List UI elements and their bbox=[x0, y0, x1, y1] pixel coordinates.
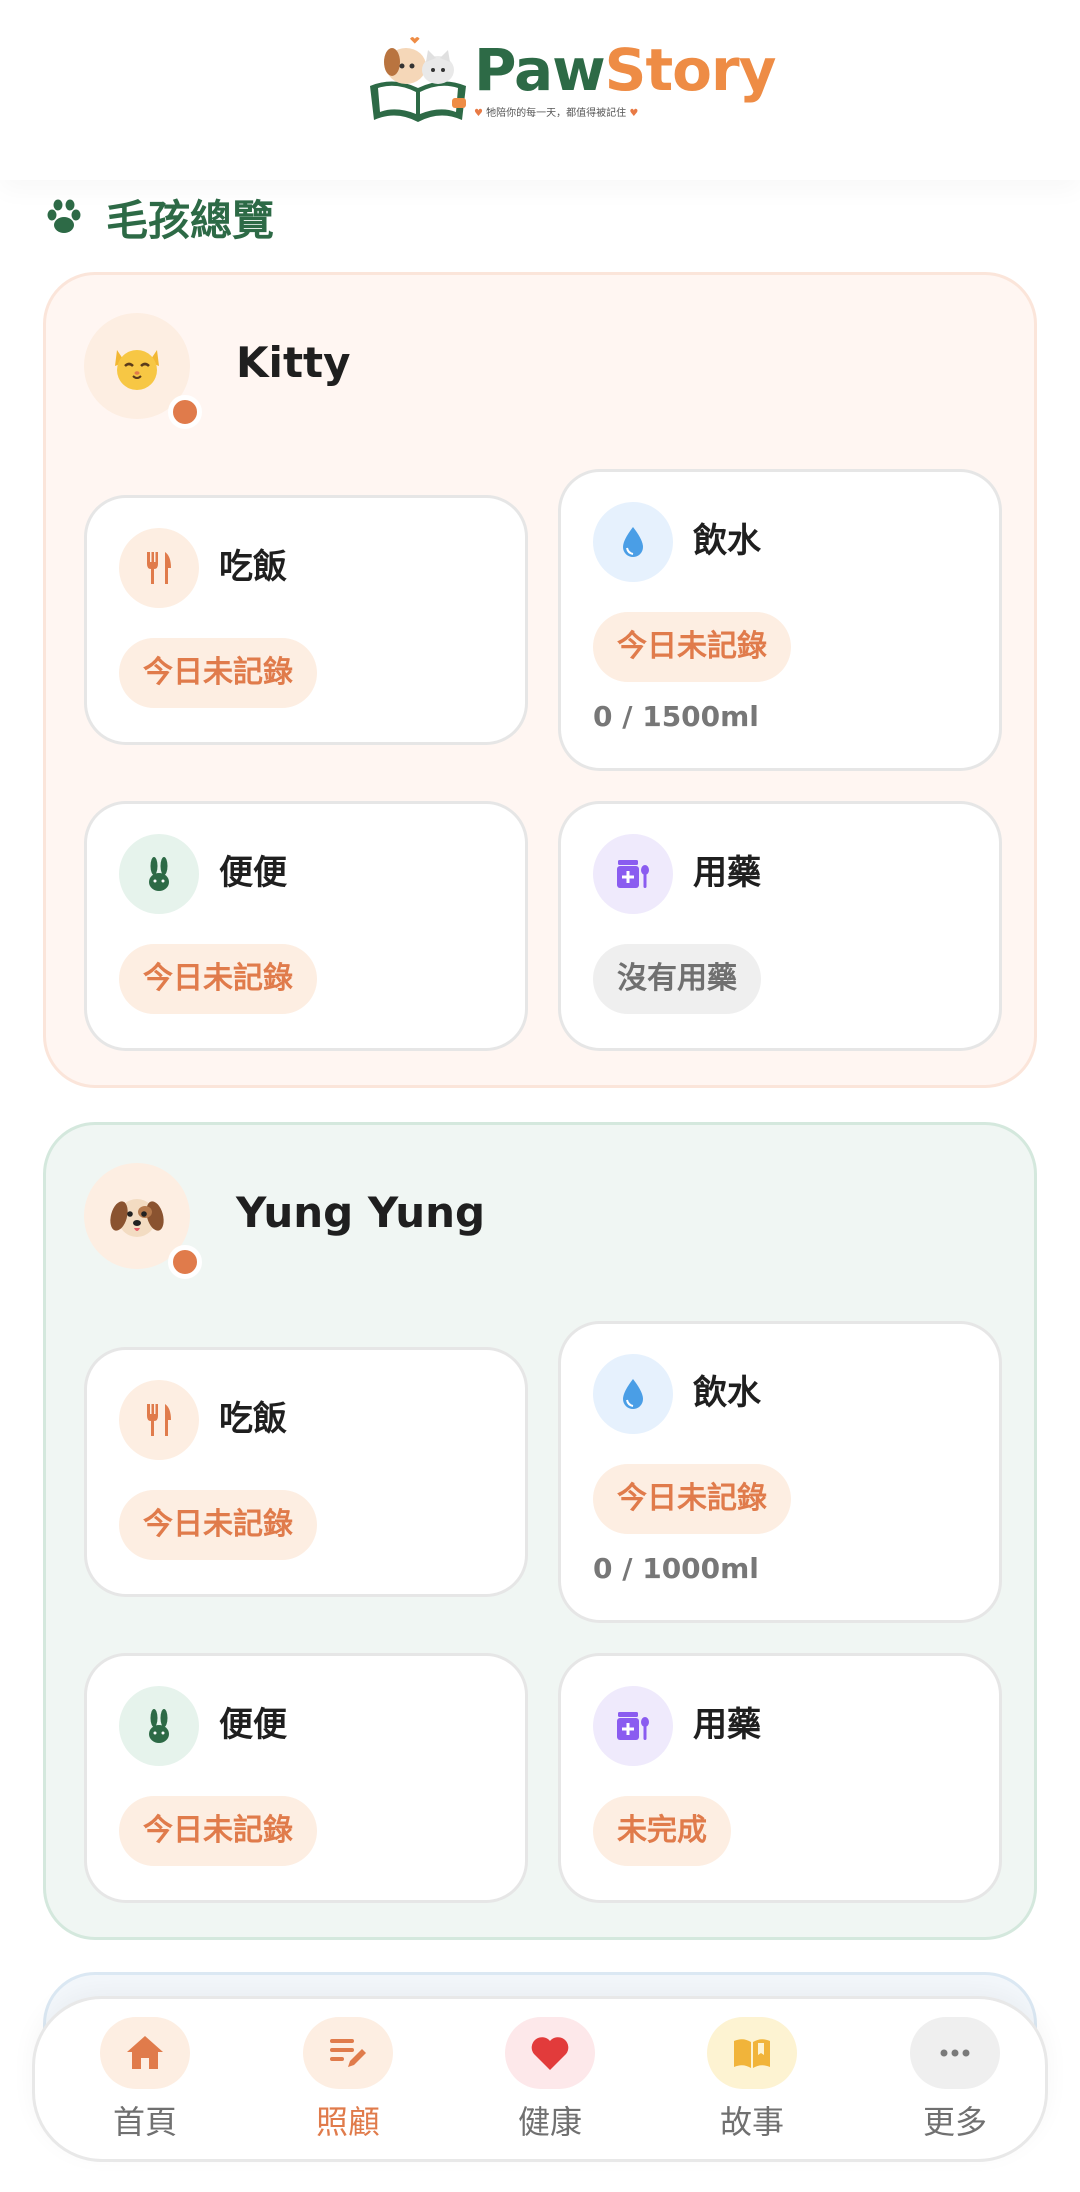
tile-food[interactable]: 吃飯 今日未記錄 bbox=[84, 1347, 528, 1597]
fork-knife-icon bbox=[147, 552, 171, 584]
tile-label: 飲水 bbox=[693, 1373, 761, 1413]
tile-icon-wrap bbox=[119, 1380, 199, 1460]
book-icon bbox=[734, 2039, 770, 2068]
paw-icon bbox=[47, 199, 81, 233]
pet-card-kitty[interactable]: Kitty 吃飯 今日未記錄 飲水 今日未記錄 0 / 1500ml 便便 今日… bbox=[43, 272, 1037, 1088]
tile-label: 吃飯 bbox=[219, 547, 287, 587]
tile-icon-wrap bbox=[593, 834, 673, 914]
status-badge: 今日未記錄 bbox=[119, 638, 317, 708]
status-badge: 今日未記錄 bbox=[119, 944, 317, 1014]
water-progress-text: 0 / 1000ml bbox=[593, 1552, 759, 1585]
pet-name: Kitty bbox=[236, 338, 351, 387]
pet-name: Yung Yung bbox=[236, 1188, 486, 1237]
tile-label: 便便 bbox=[219, 853, 287, 893]
status-badge: 今日未記錄 bbox=[119, 1796, 317, 1866]
nav-label: 首頁 bbox=[112, 2103, 177, 2141]
pawstory-logo[interactable]: PawStory ♥ 牠陪你的每一天，都值得被記住 ♥ bbox=[366, 32, 776, 128]
fork-knife-icon bbox=[147, 1404, 171, 1436]
tile-label: 飲水 bbox=[693, 521, 761, 561]
nav-item-home[interactable]: 首頁 bbox=[75, 2017, 215, 2147]
status-badge: 沒有用藥 bbox=[593, 944, 761, 1014]
section-title: 毛孩總覽 bbox=[44, 188, 274, 246]
dog-face-icon bbox=[110, 1199, 164, 1237]
nav-label: 故事 bbox=[719, 2103, 784, 2141]
nav-item-health[interactable]: 健康 bbox=[480, 2017, 620, 2147]
water-drop-icon bbox=[623, 1379, 643, 1409]
nav-label: 更多 bbox=[922, 2103, 987, 2141]
pet-card-yung-yung[interactable]: Yung Yung 吃飯 今日未記錄 飲水 今日未記錄 0 / 1000ml 便… bbox=[43, 1122, 1037, 1940]
status-dot bbox=[168, 1245, 202, 1279]
home-icon bbox=[127, 2036, 163, 2069]
tile-food[interactable]: 吃飯 今日未記錄 bbox=[84, 495, 528, 745]
tile-icon-wrap bbox=[119, 834, 199, 914]
nav-item-more[interactable]: 更多 bbox=[885, 2017, 1025, 2147]
more-icon bbox=[940, 2049, 970, 2057]
tile-label: 吃飯 bbox=[219, 1399, 287, 1439]
nav-label: 照顧 bbox=[315, 2103, 380, 2141]
status-badge: 今日未記錄 bbox=[593, 612, 791, 682]
section-title-text: 毛孩總覽 bbox=[106, 195, 275, 245]
nav-icon-wrap bbox=[303, 2017, 393, 2089]
brand-wordmark: PawStory bbox=[474, 36, 776, 104]
water-progress-text: 0 / 1500ml bbox=[593, 700, 759, 733]
medicine-icon bbox=[617, 1712, 649, 1740]
tile-poop[interactable]: 便便 今日未記錄 bbox=[84, 1653, 528, 1903]
nav-item-story[interactable]: 故事 bbox=[682, 2017, 822, 2147]
brand-tagline: ♥ 牠陪你的每一天，都值得被記住 ♥ bbox=[474, 108, 639, 119]
app-header: PawStory ♥ 牠陪你的每一天，都值得被記住 ♥ bbox=[0, 0, 1080, 180]
cat-face-icon bbox=[115, 350, 159, 390]
tile-med[interactable]: 用藥 沒有用藥 bbox=[558, 801, 1002, 1051]
tile-poop[interactable]: 便便 今日未記錄 bbox=[84, 801, 528, 1051]
status-badge: 今日未記錄 bbox=[119, 1490, 317, 1560]
nav-icon-wrap bbox=[100, 2017, 190, 2089]
tile-icon-wrap bbox=[593, 1686, 673, 1766]
tile-water[interactable]: 飲水 今日未記錄 0 / 1000ml bbox=[558, 1321, 1002, 1623]
nav-label: 健康 bbox=[517, 2103, 582, 2141]
care-edit-icon bbox=[330, 2039, 366, 2067]
status-badge: 未完成 bbox=[593, 1796, 731, 1866]
nav-icon-wrap bbox=[707, 2017, 797, 2089]
nav-item-care[interactable]: 照顧 bbox=[278, 2017, 418, 2147]
tile-icon-wrap bbox=[119, 528, 199, 608]
bunny-icon bbox=[149, 1709, 169, 1743]
logo-book-pets-icon bbox=[370, 37, 466, 122]
status-dot bbox=[168, 395, 202, 429]
tile-icon-wrap bbox=[119, 1686, 199, 1766]
status-badge: 今日未記錄 bbox=[593, 1464, 791, 1534]
medicine-icon bbox=[617, 860, 649, 888]
tile-label: 用藥 bbox=[693, 1705, 761, 1745]
nav-icon-wrap bbox=[505, 2017, 595, 2089]
tile-water[interactable]: 飲水 今日未記錄 0 / 1500ml bbox=[558, 469, 1002, 771]
nav-icon-wrap bbox=[910, 2017, 1000, 2089]
tile-icon-wrap bbox=[593, 1354, 673, 1434]
water-drop-icon bbox=[623, 527, 643, 557]
tile-med[interactable]: 用藥 未完成 bbox=[558, 1653, 1002, 1903]
tile-label: 便便 bbox=[219, 1705, 287, 1745]
bunny-icon bbox=[149, 857, 169, 891]
tile-label: 用藥 bbox=[693, 853, 761, 893]
bottom-nav: 首頁 照顧 健康 故事 更多 bbox=[32, 1996, 1048, 2162]
heart-icon bbox=[531, 2037, 569, 2070]
tile-icon-wrap bbox=[593, 502, 673, 582]
